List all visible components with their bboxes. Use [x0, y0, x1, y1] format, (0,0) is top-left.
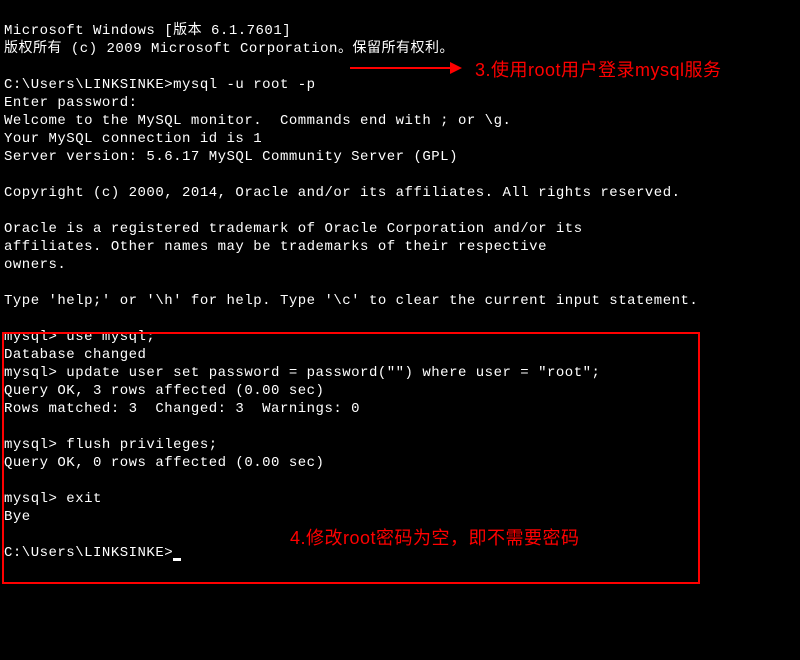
terminal-line: mysql> exit — [4, 491, 102, 507]
terminal-line: Microsoft Windows [版本 6.1.7601] — [4, 23, 291, 39]
terminal-line: affiliates. Other names may be trademark… — [4, 239, 547, 255]
arrow-line-icon — [350, 67, 450, 69]
terminal-line: Bye — [4, 509, 31, 525]
terminal-line: Oracle is a registered trademark of Orac… — [4, 221, 583, 237]
annotation-text-2: 4.修改root密码为空，即不需要密码 — [290, 524, 580, 550]
arrow-head-icon — [450, 62, 462, 74]
terminal-line: Copyright (c) 2000, 2014, Oracle and/or … — [4, 185, 681, 201]
terminal-line: owners. — [4, 257, 66, 273]
terminal-line: Database changed — [4, 347, 146, 363]
terminal-line: Rows matched: 3 Changed: 3 Warnings: 0 — [4, 401, 360, 417]
terminal-line: Type 'help;' or '\h' for help. Type '\c'… — [4, 293, 698, 309]
terminal-line: Welcome to the MySQL monitor. Commands e… — [4, 113, 511, 129]
terminal-line: 版权所有 (c) 2009 Microsoft Corporation。保留所有… — [4, 41, 454, 57]
terminal-line: Server version: 5.6.17 MySQL Community S… — [4, 149, 458, 165]
annotation-arrow — [350, 62, 462, 74]
terminal-line: Enter password: — [4, 95, 138, 111]
command-prompt: C:\Users\LINKSINKE> — [4, 545, 173, 561]
terminal-output[interactable]: Microsoft Windows [版本 6.1.7601] 版权所有 (c)… — [4, 4, 796, 562]
terminal-line: mysql> flush privileges; — [4, 437, 218, 453]
terminal-line: Your MySQL connection id is 1 — [4, 131, 262, 147]
terminal-line: C:\Users\LINKSINKE>mysql -u root -p — [4, 77, 316, 93]
cursor-icon — [173, 558, 181, 561]
terminal-line: Query OK, 3 rows affected (0.00 sec) — [4, 383, 324, 399]
annotation-text-1: 3.使用root用户登录mysql服务 — [475, 56, 722, 82]
terminal-line: mysql> update user set password = passwo… — [4, 365, 600, 381]
terminal-line: Query OK, 0 rows affected (0.00 sec) — [4, 455, 324, 471]
terminal-line: mysql> use mysql; — [4, 329, 155, 345]
